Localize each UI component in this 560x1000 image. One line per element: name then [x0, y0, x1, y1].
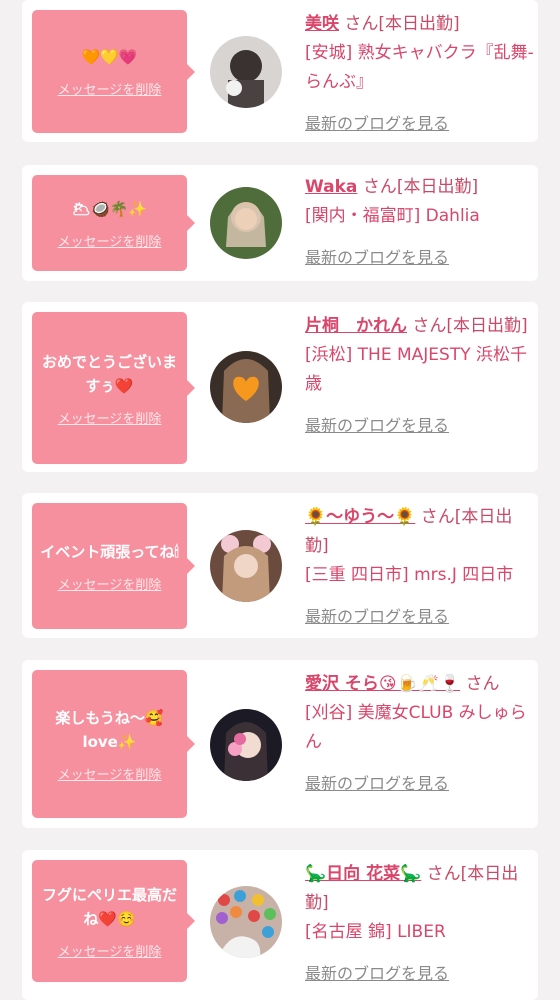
message-card: フグにペリエ最高だね❤️☺️ メッセージを削除 🦕日向 花菜🦕 さん[本日出勤]… [22, 850, 538, 1000]
message-bubble: 楽しもうね〜🥰love✨ メッセージを削除 [32, 670, 195, 818]
cast-info: 🌻〜ゆう〜🌻 さん[本日出勤] [三重 四日市] mrs.J 四日市 最新のブロ… [305, 503, 535, 631]
message-card: イベント頑張ってね🕯 メッセージを削除 🌻〜ゆう〜🌻 さん[本日出勤] [三重 … [22, 493, 538, 638]
cast-info: 片桐 かれん さん[本日出勤] [浜松] THE MAJESTY 浜松千歳 最新… [305, 312, 535, 440]
honorific: さん [426, 864, 461, 884]
cast-avatar[interactable] [210, 530, 282, 602]
cast-avatar[interactable] [210, 36, 282, 108]
message-text: おめでとうございますぅ❤️ [41, 352, 177, 395]
cast-avatar[interactable] [210, 351, 282, 423]
message-bubble: おめでとうございますぅ❤️ メッセージを削除 [32, 312, 195, 464]
cast-header: 片桐 かれん さん[本日出勤] [305, 312, 535, 341]
cast-avatar[interactable] [210, 886, 282, 958]
cast-info: 🦕日向 花菜🦕 さん[本日出勤] [名古屋 錦] LIBER 最新のブログを見る [305, 860, 535, 988]
shop-name: [浜松] THE MAJESTY 浜松千歳 [305, 345, 527, 394]
delete-message-link[interactable]: メッセージを削除 [58, 764, 162, 783]
shop-name: [刈谷] 美魔女CLUB みしゅらん [305, 703, 527, 752]
message-text: フグにペリエ最高だね❤️☺️ [41, 885, 177, 928]
honorific: さん [465, 674, 500, 694]
latest-blog-link[interactable]: 最新のブログを見る [305, 602, 535, 631]
cast-header: 愛沢 そら😘🍺🥂🍷 さん [305, 670, 535, 699]
latest-blog-link[interactable]: 最新のブログを見る [305, 411, 535, 440]
message-text: イベント頑張ってね🕯 [40, 542, 179, 561]
message-text: 🌥🥥🌴✨ [71, 199, 148, 218]
message-card: おめでとうございますぅ❤️ メッセージを削除 片桐 かれん さん[本日出勤] [… [22, 302, 538, 472]
cast-header: 美咲 さん[本日出勤] [305, 10, 535, 39]
latest-blog-link[interactable]: 最新のブログを見る [305, 243, 535, 272]
honorific: さん [412, 316, 447, 336]
cast-info: 愛沢 そら😘🍺🥂🍷 さん [刈谷] 美魔女CLUB みしゅらん 最新のブログを見… [305, 670, 535, 798]
message-bubble: 🧡💛💗 メッセージを削除 [32, 10, 195, 133]
shop-name: [関内・福富町] Dahlia [305, 206, 480, 226]
cast-info: Waka さん[本日出勤] [関内・福富町] Dahlia 最新のブログを見る [305, 173, 535, 272]
work-status: [本日出勤] [396, 177, 479, 197]
latest-blog-link[interactable]: 最新のブログを見る [305, 109, 535, 138]
latest-blog-link[interactable]: 最新のブログを見る [305, 769, 535, 798]
honorific: さん [362, 177, 397, 197]
cast-name-link[interactable]: 片桐 かれん [305, 316, 407, 336]
message-card: 楽しもうね〜🥰love✨ メッセージを削除 愛沢 そら😘🍺🥂🍷 さん [刈谷] … [22, 660, 538, 828]
cast-name-link[interactable]: 🦕日向 花菜🦕 [305, 864, 421, 884]
message-bubble: 🌥🥥🌴✨ メッセージを削除 [32, 175, 195, 271]
message-card: 🧡💛💗 メッセージを削除 美咲 さん[本日出勤] [安城] 熟女キャバクラ『乱舞… [22, 0, 538, 142]
delete-message-link[interactable]: メッセージを削除 [58, 408, 162, 427]
delete-message-link[interactable]: メッセージを削除 [58, 574, 162, 593]
cast-header: 🦕日向 花菜🦕 さん[本日出勤] [305, 860, 535, 918]
honorific: さん [344, 14, 379, 34]
message-card: 🌥🥥🌴✨ メッセージを削除 Waka さん[本日出勤] [関内・福富町] Dah… [22, 165, 538, 281]
work-status: [本日出勤] [446, 316, 528, 336]
work-status: [本日出勤] [378, 14, 460, 34]
cast-avatar[interactable] [210, 187, 282, 259]
shop-name: [三重 四日市] mrs.J 四日市 [305, 565, 514, 585]
shop-name: [名古屋 錦] LIBER [305, 922, 446, 942]
message-bubble: フグにペリエ最高だね❤️☺️ メッセージを削除 [32, 860, 195, 982]
message-text: 🧡💛💗 [81, 48, 138, 66]
delete-message-link[interactable]: メッセージを削除 [58, 79, 162, 98]
cast-info: 美咲 さん[本日出勤] [安城] 熟女キャバクラ『乱舞-らんぶ』 最新のブログを… [305, 10, 535, 138]
message-bubble: イベント頑張ってね🕯 メッセージを削除 [32, 503, 195, 629]
cast-header: 🌻〜ゆう〜🌻 さん[本日出勤] [305, 503, 535, 561]
message-text: 楽しもうね〜🥰love✨ [55, 708, 164, 751]
delete-message-link[interactable]: メッセージを削除 [58, 231, 162, 250]
cast-name-link[interactable]: 美咲 [305, 14, 339, 34]
cast-header: Waka さん[本日出勤] [305, 173, 535, 202]
cast-name-link[interactable]: 🌻〜ゆう〜🌻 [305, 507, 415, 527]
latest-blog-link[interactable]: 最新のブログを見る [305, 959, 535, 988]
cast-avatar[interactable] [210, 709, 282, 781]
delete-message-link[interactable]: メッセージを削除 [58, 941, 162, 960]
honorific: さん [420, 507, 455, 527]
shop-name: [安城] 熟女キャバクラ『乱舞-らんぶ』 [305, 43, 534, 92]
cast-name-link[interactable]: Waka [305, 177, 357, 197]
cast-name-link[interactable]: 愛沢 そら😘🍺🥂🍷 [305, 674, 460, 694]
